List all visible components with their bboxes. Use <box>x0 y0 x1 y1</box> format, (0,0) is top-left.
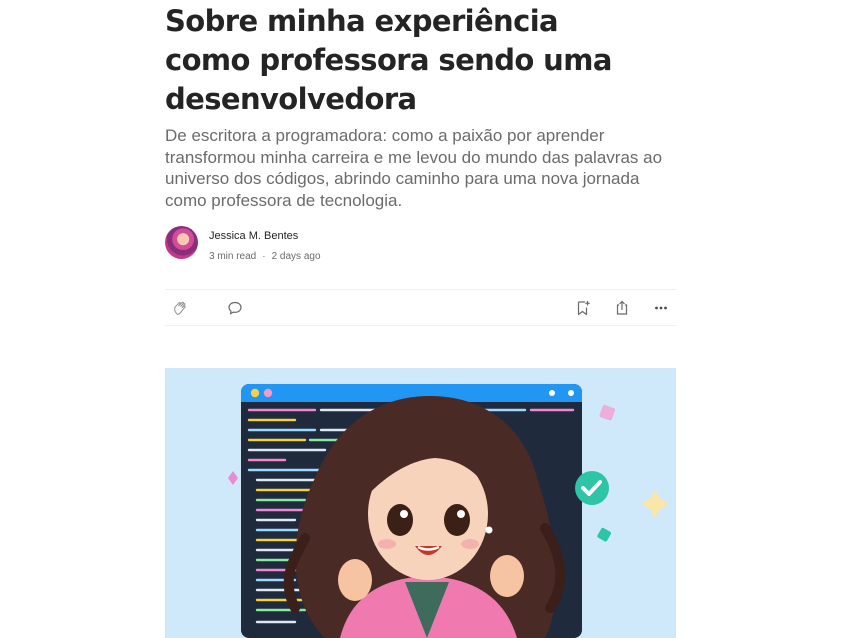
illustration-programmer-girl <box>165 368 676 638</box>
published-date: 2 days ago <box>271 251 321 262</box>
action-bar <box>165 289 676 326</box>
hero-image <box>165 368 676 638</box>
comment-icon[interactable] <box>226 299 244 317</box>
more-icon[interactable] <box>652 299 670 317</box>
meta-separator: · <box>262 251 266 262</box>
article-meta: 3 min read · 2 days ago <box>209 251 321 262</box>
article-subtitle: De escritora a programadora: como a paix… <box>165 126 663 210</box>
share-icon[interactable] <box>613 299 631 317</box>
clap-icon[interactable] <box>171 299 189 317</box>
article-title: Sobre minha experiência como professora … <box>165 4 612 116</box>
read-time: 3 min read <box>209 251 257 262</box>
author-avatar[interactable] <box>165 226 198 259</box>
bookmark-add-icon[interactable] <box>574 299 592 317</box>
author-name[interactable]: Jessica M. Bentes <box>209 230 298 242</box>
author-row: Jessica M. Bentes 3 min read · 2 days ago <box>165 226 565 262</box>
